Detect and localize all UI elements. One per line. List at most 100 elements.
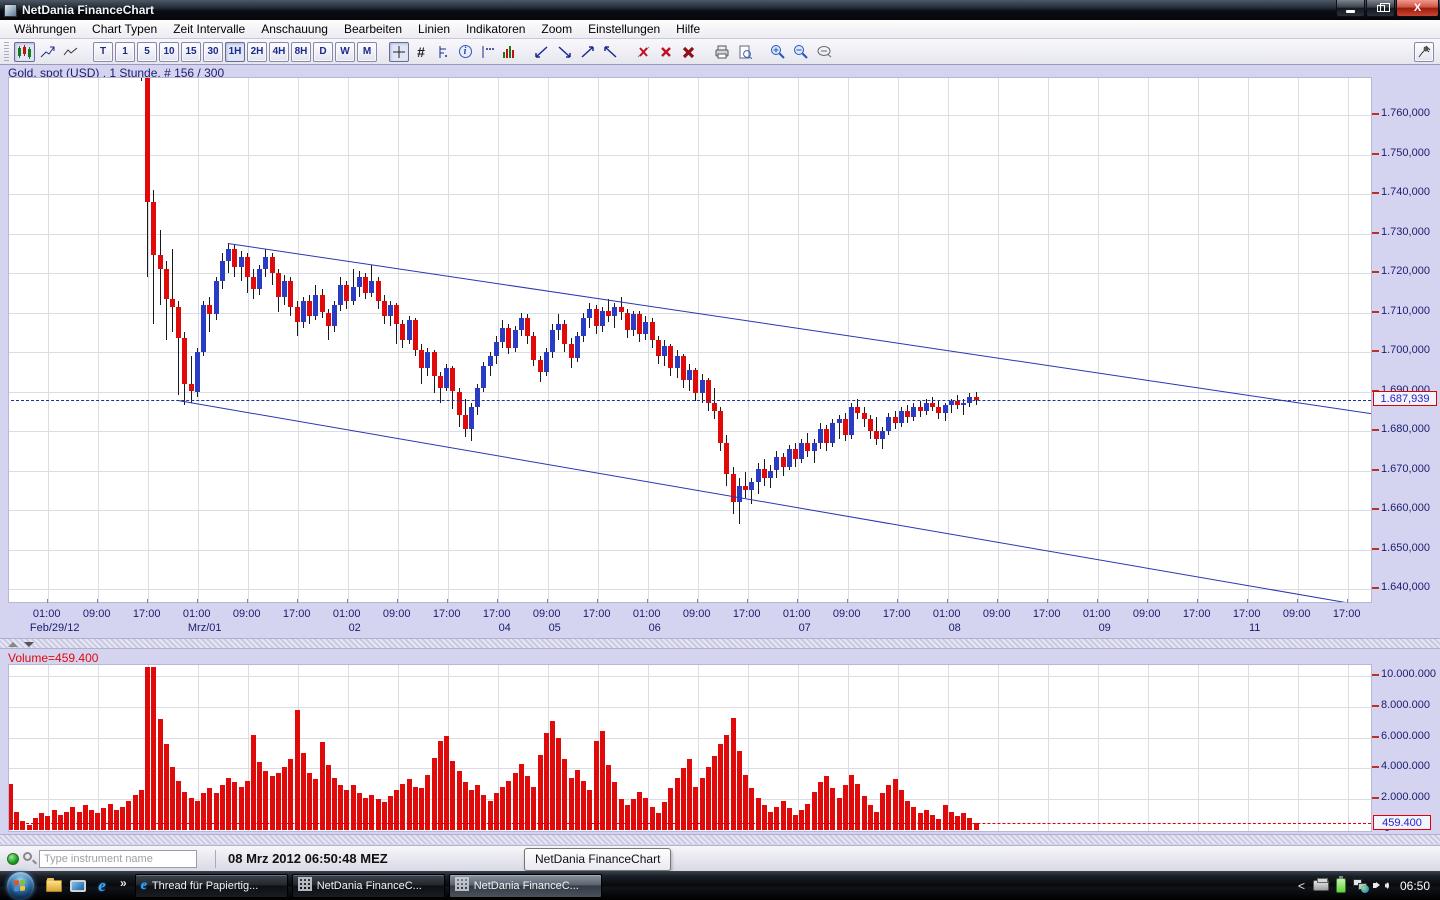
interval-day-button[interactable]: D xyxy=(313,42,333,62)
splitter-expand-icon[interactable] xyxy=(24,642,34,647)
volume-bar xyxy=(251,735,256,830)
panel-splitter[interactable] xyxy=(0,638,1440,649)
volume-axis[interactable]: 10.000.0008.000.0006.000.0004.000.0002.0… xyxy=(1372,664,1440,832)
delete-selected-button[interactable] xyxy=(656,42,676,62)
candle-down xyxy=(893,417,898,423)
delete-trendline-button[interactable] xyxy=(633,42,654,62)
price-tick-mark xyxy=(1372,587,1379,589)
interval-2h-button[interactable]: 2H xyxy=(247,42,267,62)
restore-button[interactable] xyxy=(1366,0,1395,17)
zoom-reset-button[interactable] xyxy=(813,42,835,62)
time-gridline xyxy=(998,665,999,831)
volume-tick-mark xyxy=(1372,674,1379,676)
time-gridline xyxy=(1198,78,1199,602)
time-gridline xyxy=(748,78,749,602)
menu-item-einstellungen[interactable]: Einstellungen xyxy=(580,21,668,37)
folder-icon[interactable] xyxy=(44,876,64,896)
show-desktop-icon[interactable] xyxy=(68,876,88,896)
menu-item-zeit-intervalle[interactable]: Zeit Intervalle xyxy=(165,21,253,37)
volume-bar xyxy=(712,756,717,830)
price-axis[interactable]: 1.760,0001.750,0001.740,0001.730,0001.72… xyxy=(1372,77,1440,603)
system-tray: < 06:50 xyxy=(1298,878,1440,893)
menu-item-bearbeiten[interactable]: Bearbeiten xyxy=(336,21,410,37)
interval-tick-button[interactable]: T xyxy=(93,42,113,62)
volume-bar xyxy=(126,801,131,830)
volume-bar xyxy=(799,810,804,830)
pin-panel-button[interactable] xyxy=(1414,42,1434,62)
bottom-splitter[interactable] xyxy=(0,834,1440,844)
close-button[interactable]: X xyxy=(1396,0,1439,17)
interval-5m-button[interactable]: 5 xyxy=(137,42,157,62)
candle-down xyxy=(176,307,181,339)
interval-4h-button[interactable]: 4H xyxy=(269,42,289,62)
price-tick-mark xyxy=(1372,271,1379,273)
interval-30m-button[interactable]: 30 xyxy=(203,42,223,62)
task-button-1[interactable]: eThread für Papiertig... xyxy=(135,874,288,898)
interval-1h-button[interactable]: 1H xyxy=(225,42,245,62)
menu-item-hilfe[interactable]: Hilfe xyxy=(668,21,708,37)
menu-item-chart-typen[interactable]: Chart Typen xyxy=(84,21,165,37)
time-axis[interactable]: 01:00Feb/29/1209:0017:0001:00Mrz/0109:00… xyxy=(8,603,1372,638)
minimize-button[interactable] xyxy=(1336,0,1365,17)
splitter-collapse-icon[interactable] xyxy=(8,642,18,647)
interval-month-button[interactable]: M xyxy=(357,42,377,62)
printer-tray-icon[interactable] xyxy=(1313,880,1329,891)
trendline-vray-button[interactable] xyxy=(600,42,621,62)
candlestick-chart-button[interactable] xyxy=(14,42,35,62)
time-gridline xyxy=(248,78,249,602)
trendline-extended-button[interactable] xyxy=(554,42,575,62)
menu-item-zoom[interactable]: Zoom xyxy=(533,21,580,37)
power-tray-icon[interactable] xyxy=(1336,878,1346,893)
print-preview-button[interactable] xyxy=(735,42,755,62)
candle-down xyxy=(531,336,536,360)
zoom-in-button[interactable] xyxy=(767,42,788,62)
interval-15m-button[interactable]: 15 xyxy=(181,42,201,62)
internet-explorer-icon[interactable]: e xyxy=(92,876,112,896)
data-window-button[interactable] xyxy=(433,42,453,62)
delete-all-button[interactable] xyxy=(678,42,699,62)
price-plot[interactable] xyxy=(8,77,1372,603)
volume-bar xyxy=(320,742,325,830)
candle-up xyxy=(886,417,891,431)
volume-bar xyxy=(307,773,312,830)
time-tick-label: 01:00 xyxy=(783,608,811,620)
time-gridline xyxy=(948,78,949,602)
tray-chevron-icon[interactable]: < xyxy=(1298,879,1305,893)
menu-item-indikatoren[interactable]: Indikatoren xyxy=(458,21,533,37)
grid-button[interactable]: # xyxy=(411,42,431,62)
menu-item-währungen[interactable]: Währungen xyxy=(6,21,84,37)
quicklaunch-overflow-chevron[interactable]: » xyxy=(120,876,127,890)
volume-plot[interactable] xyxy=(8,664,1372,832)
delete-x-icon xyxy=(659,45,673,59)
ohlc-chart-button[interactable] xyxy=(37,42,58,62)
interval-10m-button[interactable]: 10 xyxy=(159,42,179,62)
price-scale-button[interactable] xyxy=(477,42,497,62)
trendline-button[interactable] xyxy=(531,42,552,62)
volume-tray-icon[interactable] xyxy=(1376,879,1391,892)
interval-8h-button[interactable]: 8H xyxy=(291,42,311,62)
task-button-3[interactable]: NetDania FinanceC... xyxy=(449,874,602,898)
start-button[interactable] xyxy=(7,872,34,899)
volume-indicator-button[interactable] xyxy=(499,42,519,62)
candle-down xyxy=(525,318,530,336)
price-tick-label: 1.720,000 xyxy=(1381,265,1430,277)
zoom-out-button[interactable] xyxy=(790,42,811,62)
menu-item-anschauung[interactable]: Anschauung xyxy=(253,21,336,37)
instrument-search-input[interactable] xyxy=(39,850,197,868)
candle-down xyxy=(718,411,723,443)
print-button[interactable] xyxy=(711,42,733,62)
interval-1m-button[interactable]: 1 xyxy=(115,42,135,62)
volume-indicator-label: Volume=459.400 xyxy=(8,651,98,665)
candle-down xyxy=(288,281,293,307)
trendline-hray-button[interactable] xyxy=(577,42,598,62)
crosshair-button[interactable] xyxy=(389,42,409,62)
interval-week-button[interactable]: W xyxy=(335,42,355,62)
line-chart-button[interactable] xyxy=(60,42,81,62)
info-button[interactable]: i xyxy=(455,42,475,62)
volume-bar xyxy=(743,775,748,830)
time-tick-mark xyxy=(497,599,498,603)
task-button-2[interactable]: NetDania FinanceC... xyxy=(292,874,445,898)
network-tray-icon[interactable] xyxy=(1353,879,1369,893)
toolbar-grip[interactable] xyxy=(4,42,9,62)
menu-item-linien[interactable]: Linien xyxy=(410,21,458,37)
